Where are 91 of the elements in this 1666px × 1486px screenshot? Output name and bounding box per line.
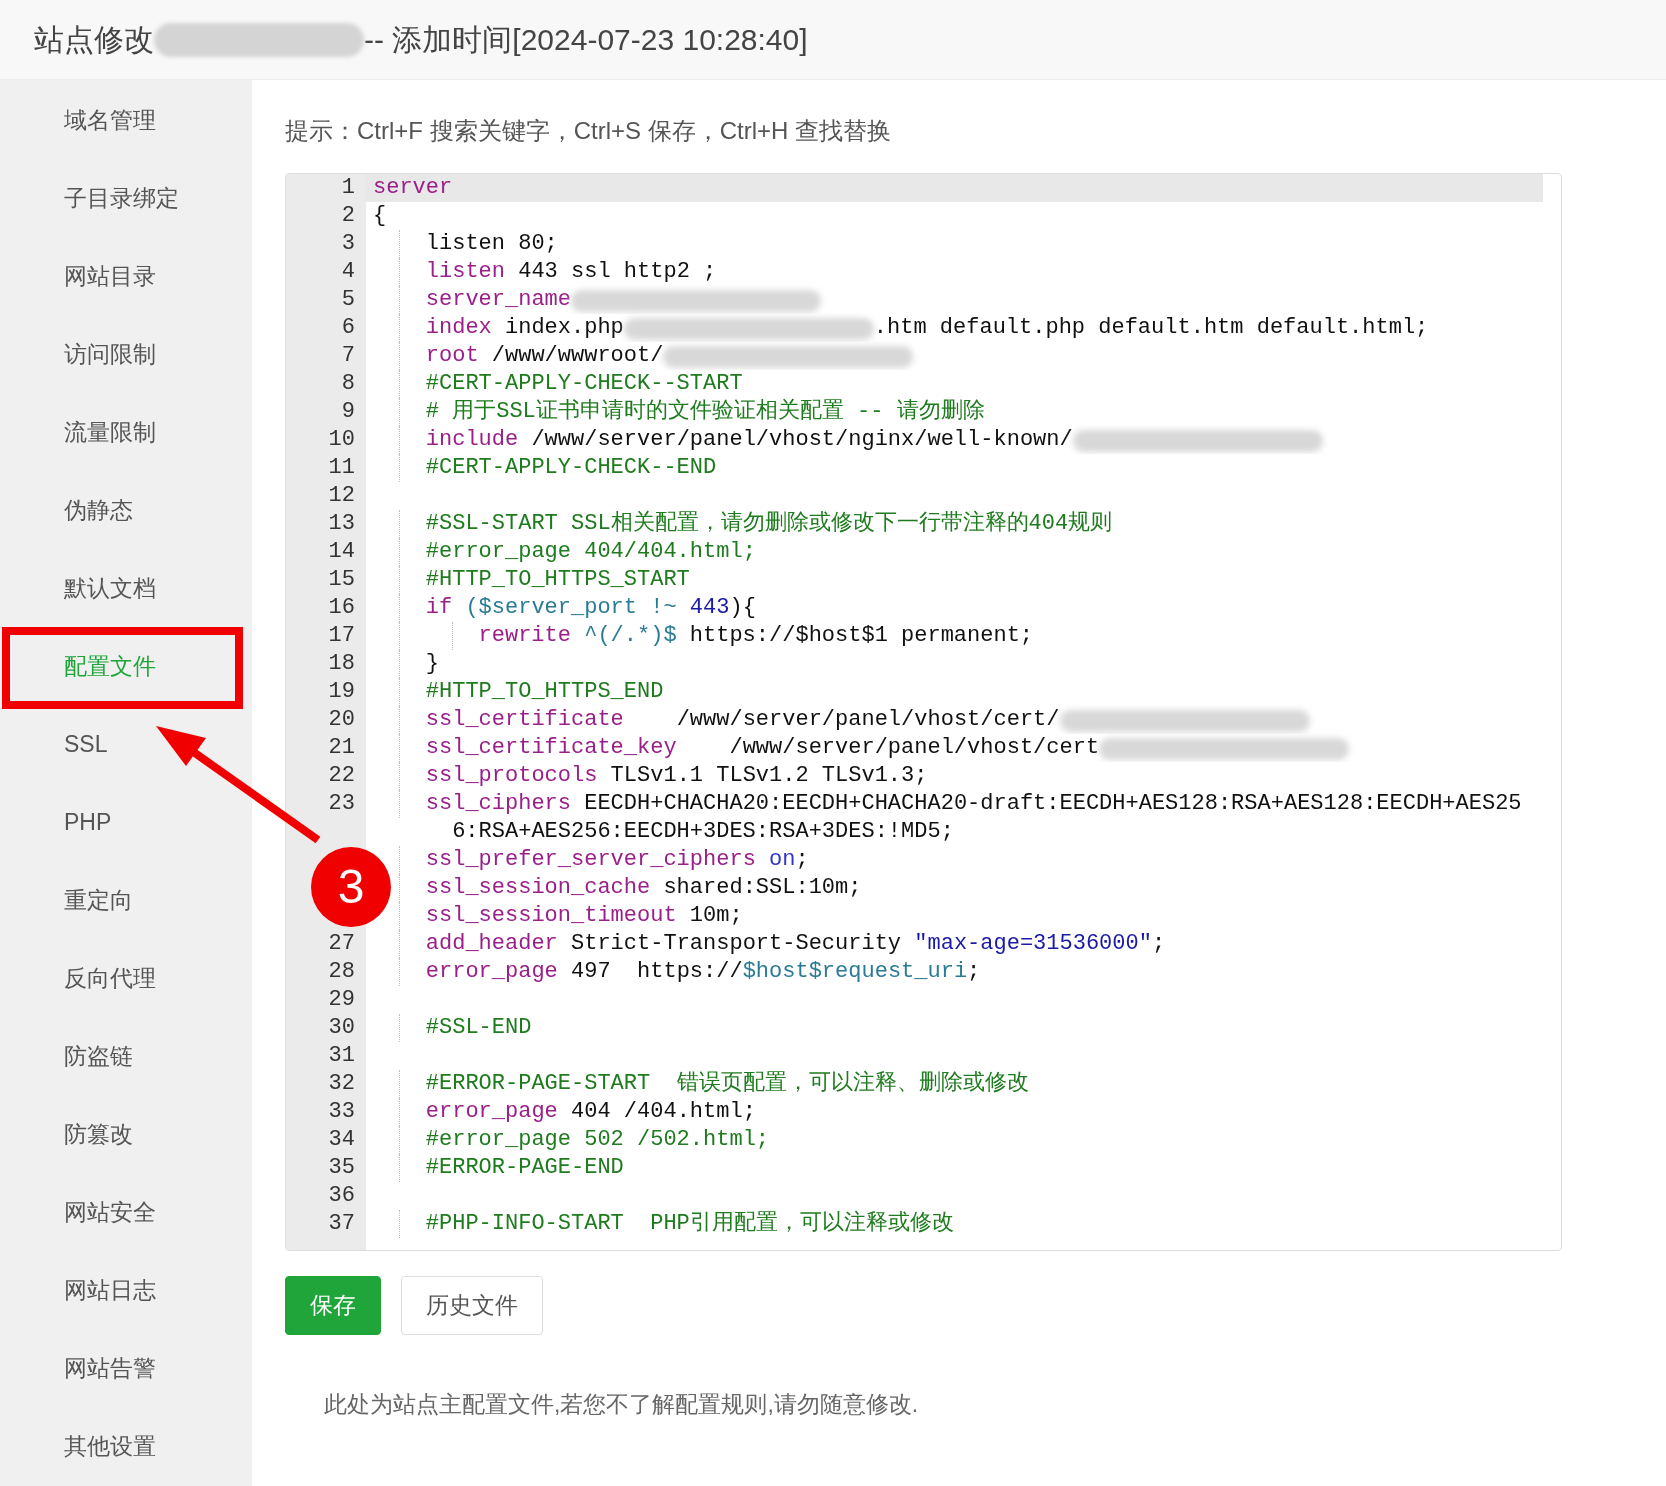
code-line: ssl_session_timeout 10m; (425, 902, 743, 930)
line-number: 20 (328, 707, 355, 732)
code-line: root /www/wwwroot/ (425, 342, 664, 370)
sidebar-item[interactable]: PHP (0, 783, 252, 861)
code-line: #ERROR-PAGE-END (425, 1154, 624, 1182)
line-number: 11 (328, 455, 355, 480)
line-number: 21 (328, 735, 355, 760)
window-title: 站点修改 (34, 22, 154, 58)
line-number: 5 (341, 287, 355, 312)
line-number: 35 (328, 1155, 355, 1180)
code-line: ssl_certificate_key /www/server/panel/vhost/cert (425, 734, 1100, 762)
line-number: 18 (328, 651, 355, 676)
line-number: 4 (341, 259, 355, 284)
code-line: if ($server_port !~ 443){ (425, 594, 756, 622)
line-number: 30 (328, 1015, 355, 1040)
sidebar-item[interactable]: 网站安全 (0, 1173, 252, 1251)
code-line: rewrite ^(/.*)$ https://$host$1 permanent; (478, 622, 1034, 650)
line-number: 37 (328, 1211, 355, 1236)
sidebar-item[interactable]: 反向代理 (0, 939, 252, 1017)
code-line: #error_page 502 /502.html; (425, 1126, 770, 1154)
code-line: { (373, 202, 388, 230)
sidebar-item[interactable]: 其他设置 (0, 1407, 252, 1485)
line-number: 28 (328, 959, 355, 984)
code-line: # 用于SSL证书申请时的文件验证相关配置 -- 请勿删除 (425, 398, 985, 426)
line-number: 22 (328, 763, 355, 788)
code-line: server (373, 174, 453, 202)
code-line: #PHP-INFO-START PHP引用配置，可以注释或修改 (425, 1210, 954, 1238)
window-title: -- 添加时间[2024-07-23 10:28:40] (364, 22, 808, 58)
hint-text: 提示：Ctrl+F 搜索关键字，Ctrl+S 保存，Ctrl+H 查找替换 (285, 116, 893, 146)
code-line: #ERROR-PAGE-START 错误页配置，可以注释、删除或修改 (425, 1070, 1029, 1098)
sidebar-item[interactable]: 网站日志 (0, 1251, 252, 1329)
line-number: 9 (341, 399, 355, 424)
line-number: 12 (328, 483, 355, 508)
code-line: listen 80; (425, 230, 558, 258)
code-line: #HTTP_TO_HTTPS_END (425, 678, 664, 706)
code-line: include /www/server/panel/vhost/nginx/well-known/ (425, 426, 1073, 454)
code-line: ssl_protocols TLSv1.1 TLSv1.2 TLSv1.3; (425, 762, 928, 790)
code-line: listen 443 ssl http2 ; (425, 258, 717, 286)
line-number: 3 (341, 231, 355, 256)
code-line: #CERT-APPLY-CHECK--END (425, 454, 717, 482)
note-text: 此处为站点主配置文件,若您不了解配置规则,请勿随意修改. (324, 1390, 920, 1419)
line-number: 6 (341, 315, 355, 340)
line-number: 14 (328, 539, 355, 564)
sidebar-item[interactable]: 防篡改 (0, 1095, 252, 1173)
line-number: 34 (328, 1127, 355, 1152)
sidebar-item[interactable]: 访问限制 (0, 315, 252, 393)
sidebar-item[interactable]: 网站告警 (0, 1329, 252, 1407)
code-line: } (425, 650, 440, 678)
code-line: #CERT-APPLY-CHECK--START (425, 370, 743, 398)
line-number: 23 (328, 791, 355, 816)
line-number: 1 (341, 175, 355, 200)
line-number: 2 (341, 203, 355, 228)
line-number: 16 (328, 595, 355, 620)
line-number: 36 (328, 1183, 355, 1208)
line-number: 33 (328, 1099, 355, 1124)
sidebar-item[interactable]: 防盗链 (0, 1017, 252, 1095)
line-number: 32 (328, 1071, 355, 1096)
sidebar-item[interactable]: 流量限制 (0, 393, 252, 471)
line-number: 19 (328, 679, 355, 704)
code-line: #SSL-START SSL相关配置，请勿删除或修改下一行带注释的404规则 (425, 510, 1113, 538)
line-number: 31 (328, 1043, 355, 1068)
sidebar-item[interactable]: 网站目录 (0, 237, 252, 315)
code-editor[interactable] (285, 173, 1562, 1251)
sidebar-item[interactable]: 子目录绑定 (0, 159, 252, 237)
code-line: #HTTP_TO_HTTPS_START (425, 566, 690, 594)
line-number: 15 (328, 567, 355, 592)
sidebar-item[interactable]: 伪静态 (0, 471, 252, 549)
sidebar-item[interactable]: 重定向 (0, 861, 252, 939)
line-number: 7 (341, 343, 355, 368)
sidebar-item[interactable]: 默认文档 (0, 549, 252, 627)
sidebar-item[interactable]: 域名管理 (0, 81, 252, 159)
sidebar-item[interactable]: SSL (0, 705, 252, 783)
code-line: index index.php (425, 314, 624, 342)
line-number: 17 (328, 623, 355, 648)
code-line: #SSL-END (425, 1014, 532, 1042)
line-number: 29 (328, 987, 355, 1012)
line-number: 10 (328, 427, 355, 452)
code-line: error_page 404 /404.html; (425, 1098, 756, 1126)
history-button[interactable]: 历史文件 (401, 1276, 543, 1335)
code-line: add_header Strict-Transport-Security "max-age=31536000"; (425, 930, 1166, 958)
code-line: ssl_ciphers EECDH+CHACHA20:EECDH+CHACHA20-draft:EECDH+AES128:RSA+AES128:EECDH+AES256:RSA+AES256:EECDH+3DES:RSA+3DES:!MD5; (425, 790, 1523, 846)
code-line: ssl_certificate /www/server/panel/vhost/cert/ (425, 706, 1060, 734)
code-line: error_page 497 https://$host$request_uri; (425, 958, 981, 986)
code-line: .htm default.php default.htm default.html; (873, 314, 1429, 342)
code-line: ssl_session_cache shared:SSL:10m; (425, 874, 862, 902)
code-line: ssl_prefer_server_ciphers on; (425, 846, 809, 874)
line-number: 13 (328, 511, 355, 536)
code-line: server_name (425, 286, 571, 314)
code-line: #error_page 404/404.html; (425, 538, 756, 566)
line-number: 27 (328, 931, 355, 956)
line-number: 8 (341, 371, 355, 396)
